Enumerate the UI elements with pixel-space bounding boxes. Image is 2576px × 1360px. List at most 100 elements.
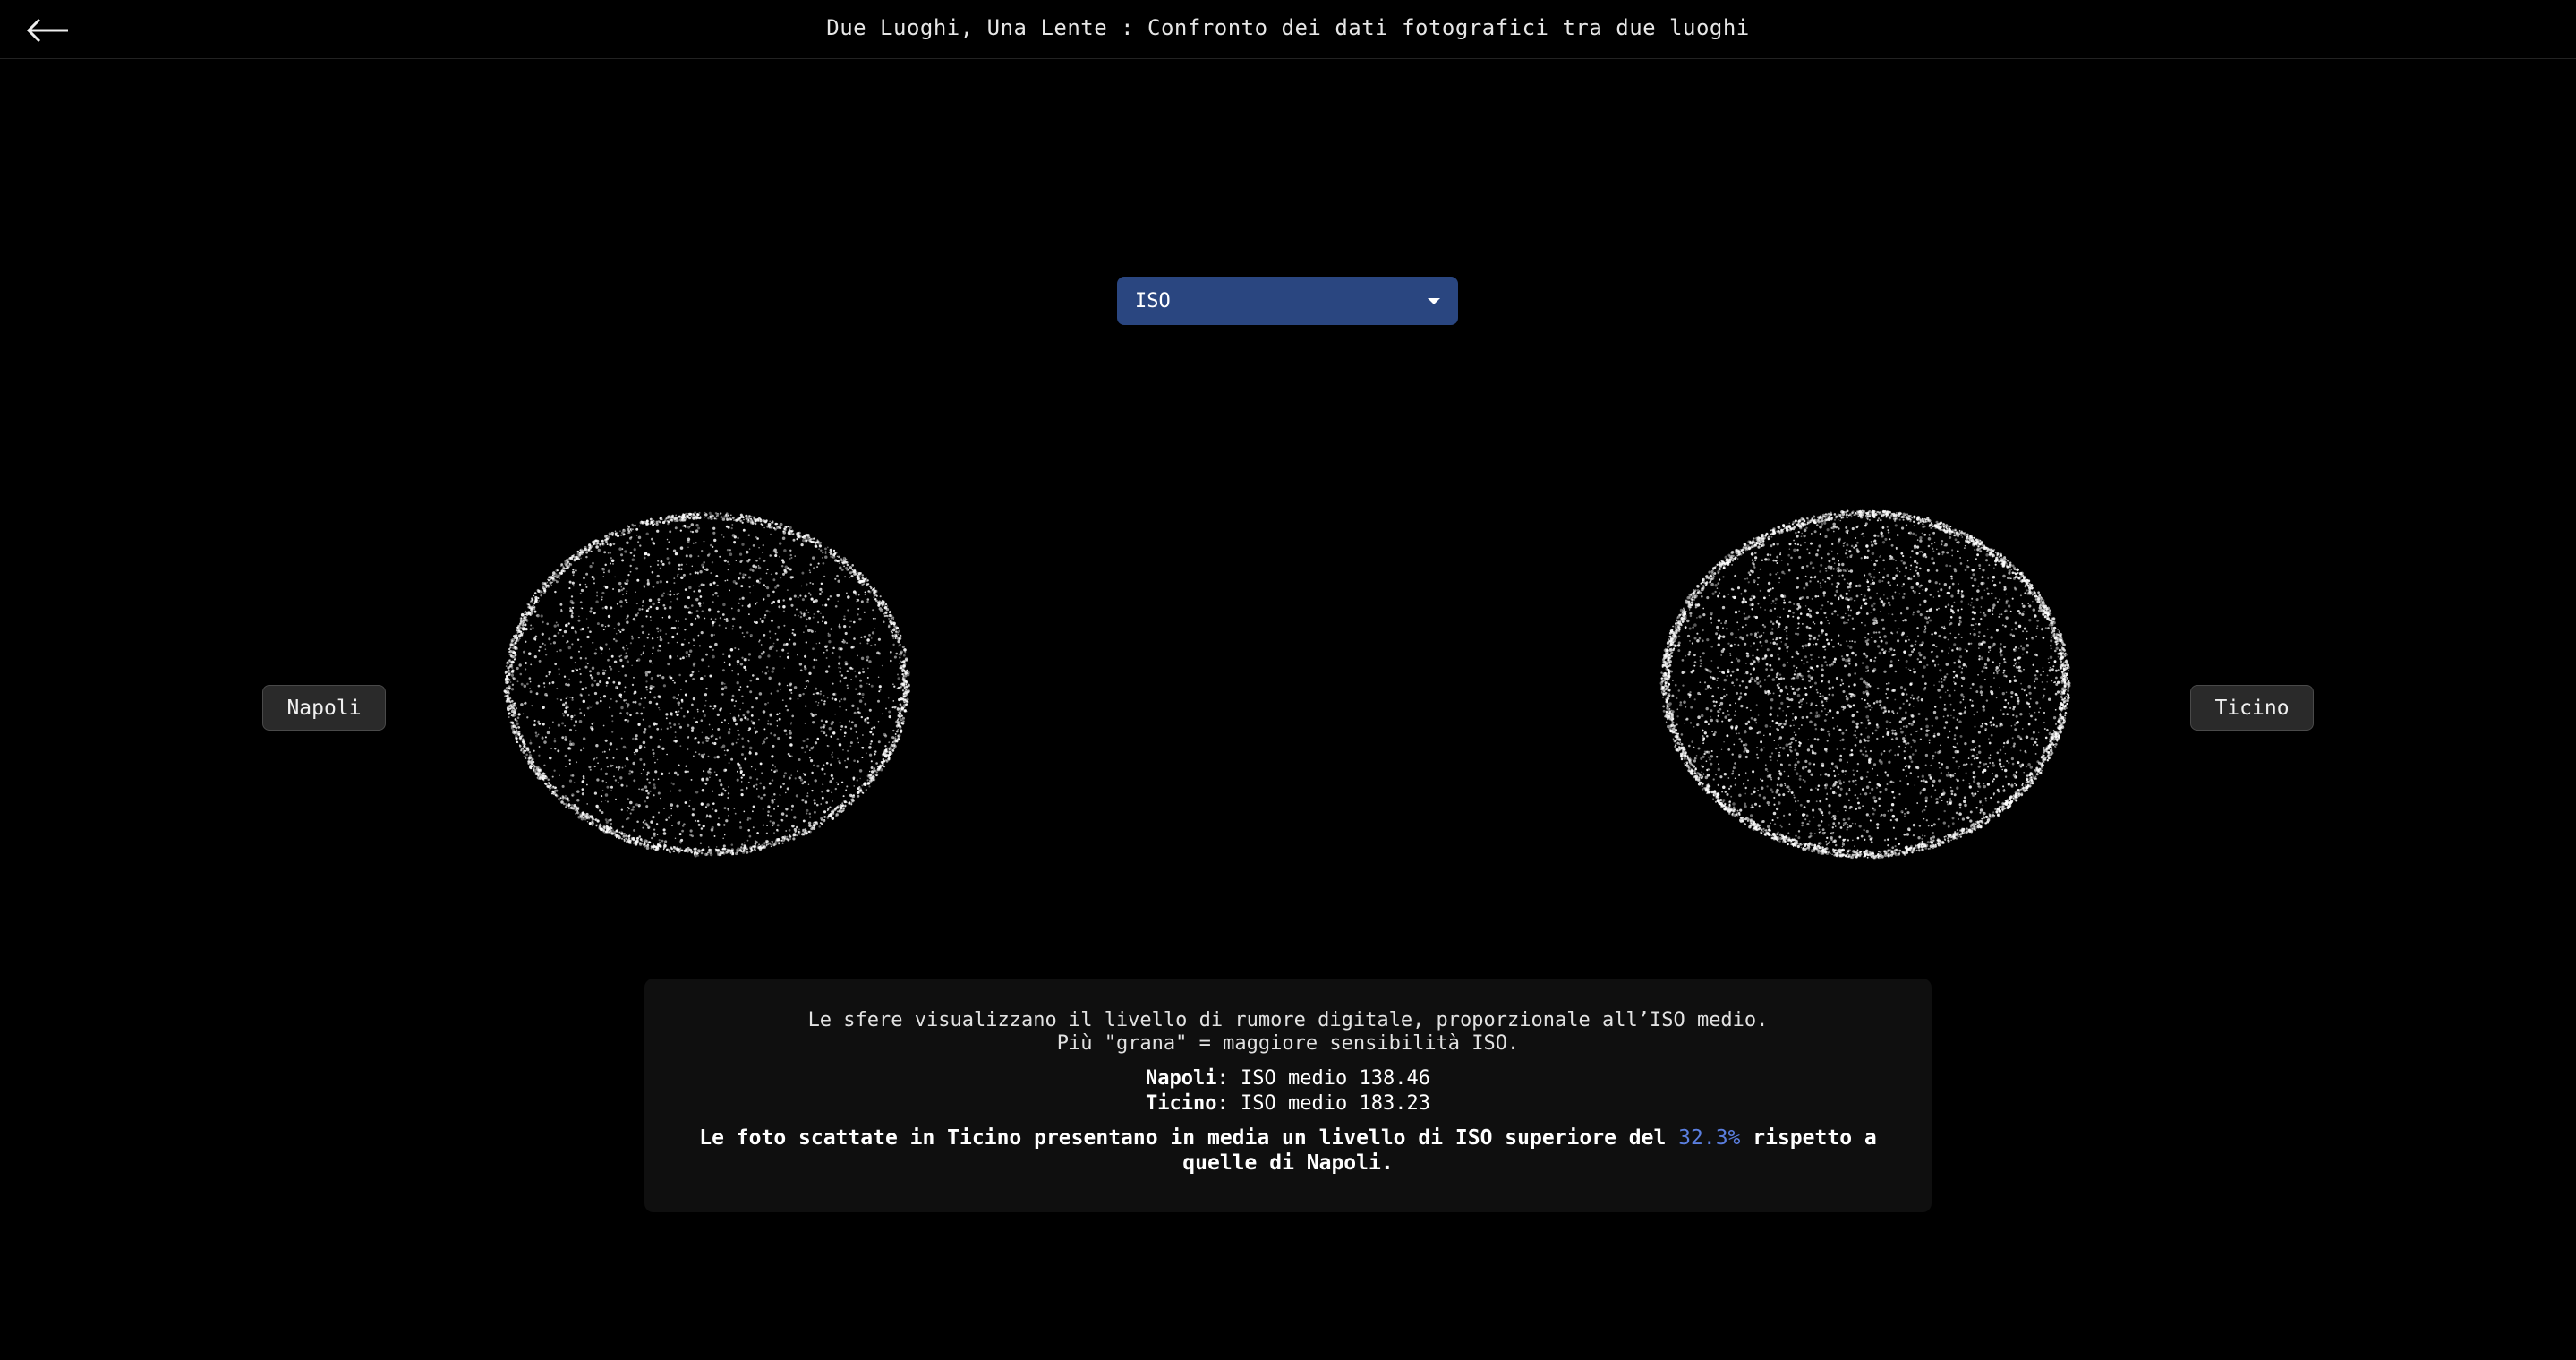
noise-particle bbox=[722, 844, 726, 848]
noise-particle bbox=[843, 697, 847, 701]
noise-particle bbox=[777, 842, 780, 845]
noise-particle bbox=[670, 782, 673, 784]
noise-particle bbox=[2010, 691, 2014, 695]
noise-particle bbox=[1831, 826, 1834, 829]
noise-particle bbox=[646, 778, 649, 781]
noise-particle bbox=[782, 604, 786, 609]
noise-particle bbox=[646, 771, 650, 774]
noise-particle bbox=[673, 593, 676, 595]
noise-particle bbox=[571, 697, 574, 699]
noise-particle bbox=[690, 612, 693, 615]
noise-particle bbox=[901, 646, 905, 649]
noise-particle bbox=[650, 677, 653, 680]
noise-particle bbox=[636, 578, 640, 582]
place-button-ticino[interactable]: Ticino bbox=[2190, 685, 2314, 731]
noise-particle bbox=[554, 738, 556, 740]
noise-particle bbox=[645, 532, 649, 535]
noise-particle bbox=[869, 731, 873, 734]
noise-particle bbox=[789, 688, 793, 692]
noise-particle bbox=[857, 598, 860, 602]
noise-particle bbox=[874, 769, 877, 772]
noise-particle bbox=[709, 674, 712, 678]
noise-particle bbox=[2057, 669, 2060, 671]
noise-particle bbox=[875, 762, 878, 765]
noise-particle bbox=[752, 544, 755, 547]
noise-particle bbox=[822, 620, 823, 623]
noise-particle bbox=[820, 549, 823, 552]
place-button-napoli[interactable]: Napoli bbox=[262, 685, 386, 731]
noise-particle bbox=[764, 671, 768, 675]
noise-particle bbox=[1756, 657, 1760, 661]
noise-particle bbox=[698, 604, 702, 608]
noise-particle bbox=[620, 553, 623, 557]
noise-particle bbox=[637, 612, 639, 614]
noise-particle bbox=[772, 832, 776, 834]
noise-particle bbox=[533, 769, 535, 772]
noise-particle bbox=[791, 632, 794, 635]
noise-particle bbox=[644, 697, 647, 699]
noise-particle bbox=[655, 520, 659, 524]
noise-particle bbox=[733, 705, 736, 707]
noise-particle bbox=[867, 782, 871, 785]
noise-particle bbox=[839, 706, 841, 708]
noise-particle bbox=[754, 522, 757, 526]
noise-particle bbox=[527, 760, 531, 763]
noise-particle bbox=[546, 585, 549, 586]
noise-particle bbox=[556, 687, 559, 689]
noise-particle bbox=[603, 825, 606, 828]
noise-particle bbox=[861, 574, 864, 577]
noise-particle bbox=[633, 692, 635, 695]
noise-particle bbox=[686, 563, 687, 566]
noise-particle bbox=[759, 518, 763, 523]
noise-particle bbox=[771, 779, 774, 782]
noise-particle bbox=[707, 755, 710, 757]
noise-particle bbox=[516, 666, 519, 671]
metric-dropdown[interactable]: ISO bbox=[1117, 277, 1458, 325]
noise-particle bbox=[1813, 623, 1816, 625]
noise-particle bbox=[803, 780, 806, 784]
noise-particle bbox=[790, 556, 793, 559]
noise-particle bbox=[900, 682, 903, 686]
noise-particle bbox=[701, 741, 704, 744]
noise-particle bbox=[1889, 721, 1892, 724]
noise-particle bbox=[1770, 654, 1774, 658]
noise-particle bbox=[1903, 757, 1906, 760]
noise-particle bbox=[567, 683, 570, 687]
noise-particle bbox=[615, 834, 619, 838]
noise-particle bbox=[716, 610, 720, 613]
noise-particle bbox=[1957, 589, 1960, 593]
noise-particle bbox=[533, 594, 535, 597]
noise-particle bbox=[871, 733, 874, 736]
noise-particle bbox=[583, 777, 585, 780]
noise-particle bbox=[812, 693, 815, 696]
noise-particle bbox=[652, 602, 655, 606]
noise-particle bbox=[644, 842, 646, 843]
noise-particle bbox=[838, 662, 841, 665]
noise-particle bbox=[602, 829, 605, 832]
noise-particle bbox=[514, 702, 516, 705]
noise-particle bbox=[843, 731, 847, 735]
noise-particle bbox=[700, 631, 704, 635]
noise-particle bbox=[789, 557, 791, 560]
noise-particle bbox=[749, 776, 752, 780]
noise-particle bbox=[761, 772, 763, 774]
noise-particle bbox=[525, 757, 527, 759]
noise-particle bbox=[508, 665, 511, 668]
noise-particle bbox=[600, 768, 602, 771]
noise-particle bbox=[748, 834, 752, 838]
noise-particle bbox=[592, 543, 595, 546]
noise-particle bbox=[783, 528, 787, 532]
noise-particle bbox=[706, 815, 709, 817]
noise-particle bbox=[849, 571, 852, 575]
noise-particle bbox=[832, 682, 834, 685]
noise-particle bbox=[635, 613, 638, 617]
noise-particle bbox=[623, 533, 626, 535]
noise-particle bbox=[647, 553, 651, 557]
noise-particle bbox=[785, 830, 788, 832]
noise-particle bbox=[843, 809, 845, 811]
noise-particle bbox=[1736, 586, 1741, 590]
noise-particle bbox=[623, 648, 626, 651]
noise-particle bbox=[818, 825, 821, 828]
noise-particle bbox=[859, 679, 863, 682]
noise-particle bbox=[1842, 682, 1845, 685]
